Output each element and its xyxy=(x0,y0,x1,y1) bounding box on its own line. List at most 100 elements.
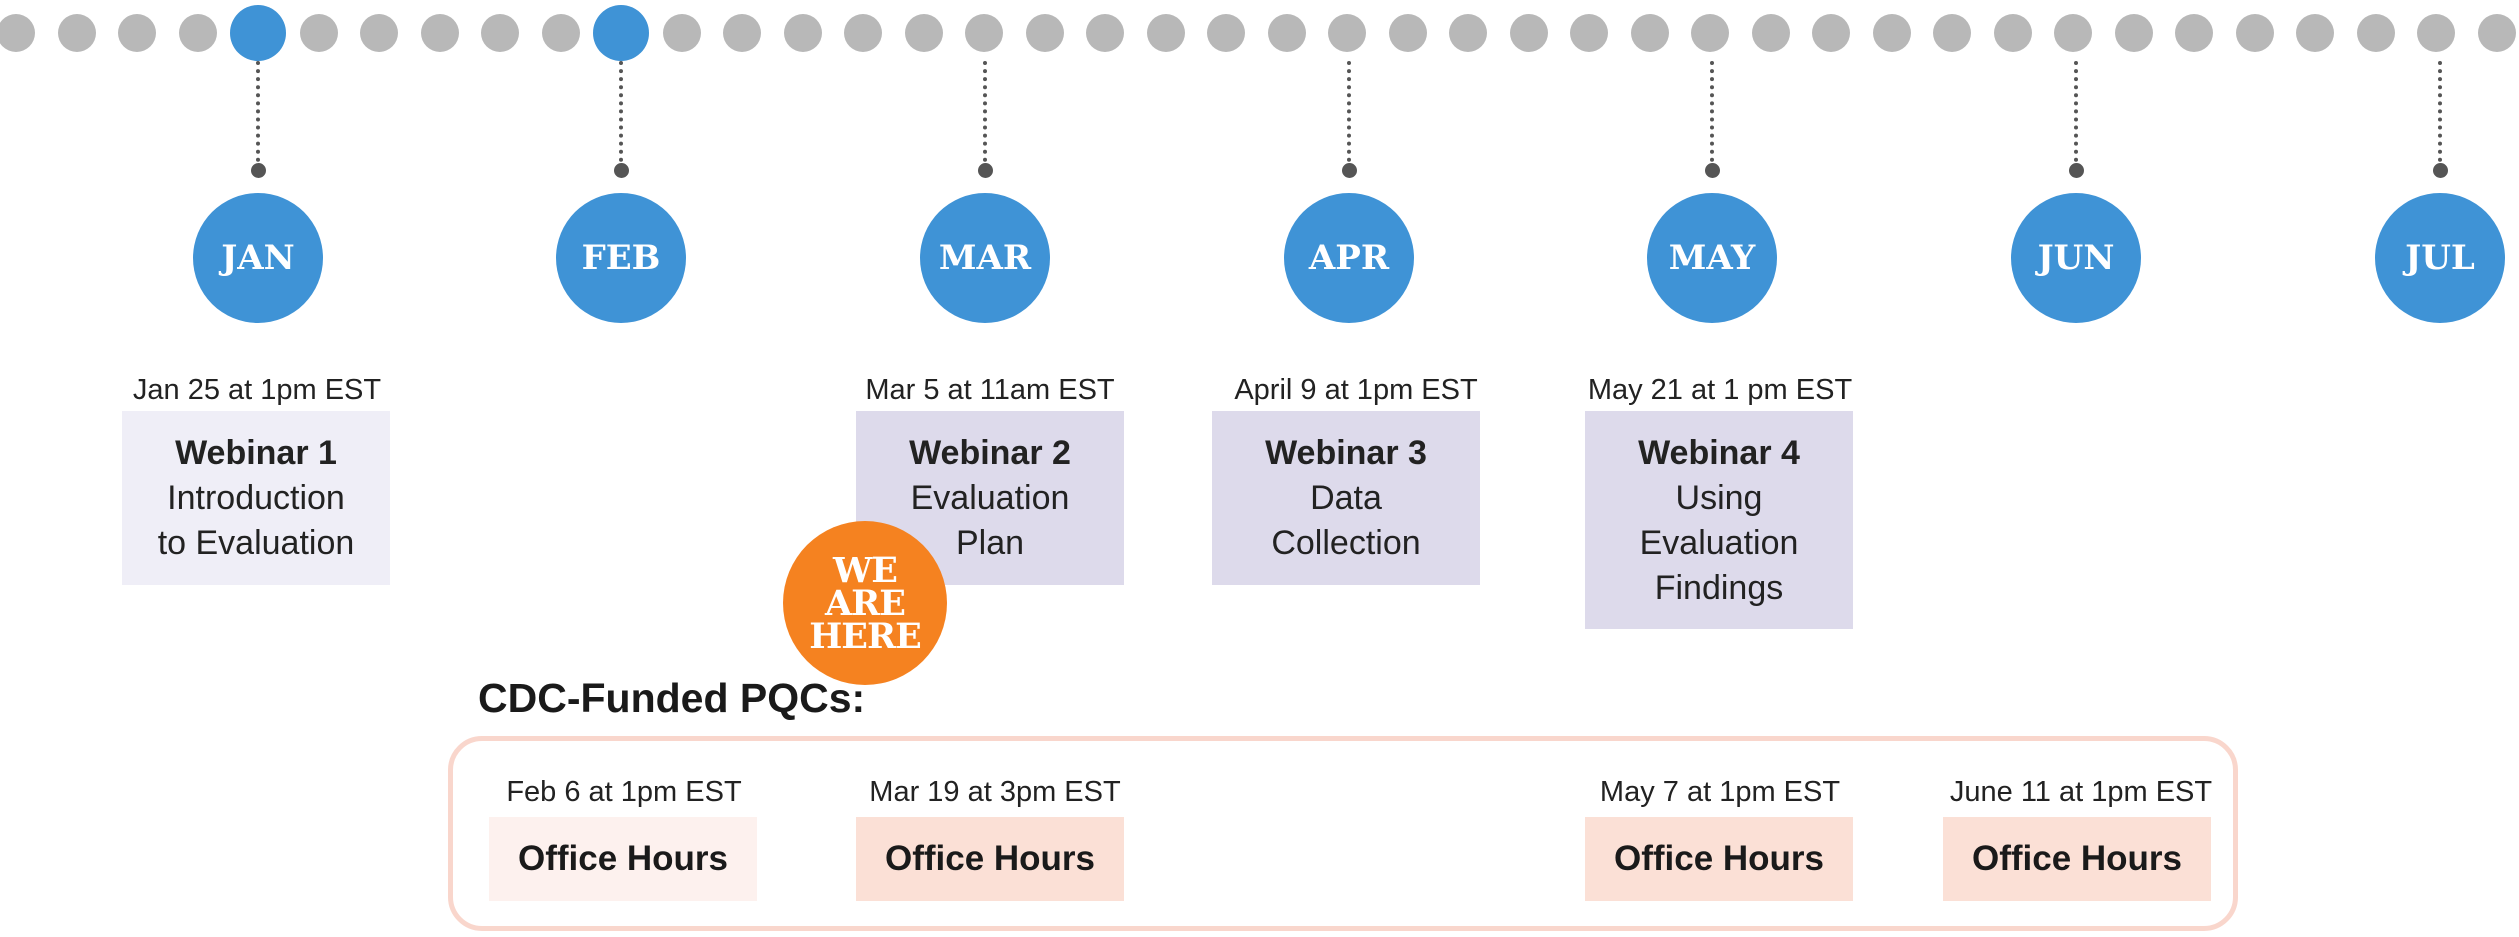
month-label: APR xyxy=(1308,238,1390,278)
webinar-2-subtitle-line: Evaluation xyxy=(910,479,1070,517)
webinar-2-title: Webinar 2 xyxy=(909,434,1071,472)
webinar-3-title: Webinar 3 xyxy=(1265,434,1427,472)
webinar-3-card: Webinar 3 Data Collection xyxy=(1212,411,1480,585)
office-hours-1-card: Office Hours xyxy=(489,817,757,901)
timeline-connector xyxy=(1710,61,1714,170)
month-may: MAY xyxy=(1647,193,1777,323)
timeline-pin xyxy=(2069,163,2084,178)
webinar-3-subtitle-line: Collection xyxy=(1271,524,1421,562)
timeline-dot xyxy=(1812,14,1850,52)
timeline-month-marker xyxy=(593,5,649,61)
badge-line: WE xyxy=(833,549,898,591)
office-hours-label: Office Hours xyxy=(1613,839,1825,878)
timeline-connector xyxy=(256,61,260,170)
month-jul: JUL xyxy=(2375,193,2505,323)
timeline-dot xyxy=(360,14,398,52)
timeline-pin xyxy=(1342,163,1357,178)
timeline-dot xyxy=(1751,14,1790,52)
webinar-2-date: Mar 5 at 11am EST xyxy=(865,374,1115,406)
timeline-dot xyxy=(1570,14,1608,52)
timeline-dot xyxy=(1509,14,1548,52)
timeline-connector xyxy=(2438,61,2442,170)
timeline-dot xyxy=(2417,14,2455,52)
timeline-connector xyxy=(983,61,987,170)
timeline-dot xyxy=(1691,14,1729,52)
timeline-dot xyxy=(1993,14,2032,52)
timeline-pin xyxy=(251,163,266,178)
badge-line: ARE xyxy=(825,582,906,624)
timeline-dot xyxy=(1207,14,1245,52)
webinar-1-subtitle-line: to Evaluation xyxy=(157,524,355,562)
timeline-connector xyxy=(2074,61,2078,170)
timeline-connector xyxy=(1347,61,1351,170)
badge-line: HERE xyxy=(809,615,922,657)
office-hours-1-date: Feb 6 at 1pm EST xyxy=(506,776,742,808)
timeline-dot xyxy=(1449,14,1487,52)
month-jan: JAN xyxy=(193,193,323,323)
timeline-dot xyxy=(2175,14,2213,52)
timeline-pin xyxy=(2433,163,2448,178)
office-hours-label: Office Hours xyxy=(1971,839,2183,878)
office-hours-4-date: June 11 at 1pm EST xyxy=(1949,776,2213,808)
timeline-dot xyxy=(420,14,459,52)
webinar-3-subtitle-line: Data xyxy=(1310,479,1382,517)
webinar-3-date: April 9 at 1pm EST xyxy=(1234,374,1478,406)
webinar-4-title: Webinar 4 xyxy=(1638,434,1800,472)
timeline-dot xyxy=(2477,14,2516,52)
timeline-dot xyxy=(541,14,580,52)
office-hours-heading: CDC-Funded PQCs: xyxy=(478,675,866,721)
we-are-here-badge: WE ARE HERE xyxy=(783,521,947,685)
timeline-pin xyxy=(1705,163,1720,178)
timeline-dot xyxy=(2114,14,2153,52)
timeline-dot xyxy=(1086,14,1124,52)
timeline-dot xyxy=(662,14,701,52)
timeline-pin xyxy=(614,163,629,178)
timeline-connector xyxy=(619,61,623,170)
timeline-dot xyxy=(2054,14,2092,52)
timeline-dot xyxy=(1630,14,1669,52)
timeline-dot xyxy=(118,14,156,52)
webinar-4-card: Webinar 4 Using Evaluation Findings xyxy=(1585,411,1853,629)
timeline-dot xyxy=(1388,14,1427,52)
month-jun: JUN xyxy=(2011,193,2141,323)
month-label: MAR xyxy=(938,238,1032,278)
timeline-dot xyxy=(783,14,822,52)
webinar-4-subtitle-line: Findings xyxy=(1654,569,1784,607)
webinar-4-subtitle-line: Evaluation xyxy=(1639,524,1799,562)
webinar-1-card: Webinar 1 Introduction to Evaluation xyxy=(122,411,390,585)
office-hours-2-date: Mar 19 at 3pm EST xyxy=(869,776,1121,808)
timeline-dot xyxy=(723,14,761,52)
timeline-dot xyxy=(1872,14,1911,52)
month-label: JUN xyxy=(2037,238,2115,278)
timeline-dot xyxy=(57,14,96,52)
timeline-dot xyxy=(965,14,1003,52)
webinar-1-subtitle-line: Introduction xyxy=(167,479,345,517)
month-label: JUL xyxy=(2405,238,2475,278)
timeline-dot xyxy=(1933,14,1971,52)
timeline-dot xyxy=(1025,14,1064,52)
webinar-4-subtitle-line: Using xyxy=(1675,479,1763,517)
timeline-month-marker xyxy=(230,5,286,61)
timeline-dot xyxy=(0,14,35,52)
office-hours-4-card: Office Hours xyxy=(1943,817,2211,901)
month-label: FEB xyxy=(581,238,661,278)
month-apr: APR xyxy=(1284,193,1414,323)
timeline-dot xyxy=(2356,14,2395,52)
timeline-dot xyxy=(2235,14,2274,52)
webinar-1-title: Webinar 1 xyxy=(175,434,337,472)
timeline-dot xyxy=(904,14,943,52)
timeline-dot xyxy=(2296,14,2334,52)
timeline-dot xyxy=(1328,14,1366,52)
month-label: JAN xyxy=(221,238,295,278)
timeline-dot xyxy=(1146,14,1185,52)
timeline-dot xyxy=(178,14,217,52)
timeline-dot xyxy=(481,14,519,52)
webinar-1-date: Jan 25 at 1pm EST xyxy=(132,374,382,406)
timeline-dot xyxy=(1267,14,1306,52)
timeline-dot xyxy=(844,14,882,52)
month-feb: FEB xyxy=(556,193,686,323)
timeline-pin xyxy=(978,163,993,178)
office-hours-label: Office Hours xyxy=(517,839,729,878)
office-hours-3-date: May 7 at 1pm EST xyxy=(1599,776,1841,808)
office-hours-3-card: Office Hours xyxy=(1585,817,1853,901)
